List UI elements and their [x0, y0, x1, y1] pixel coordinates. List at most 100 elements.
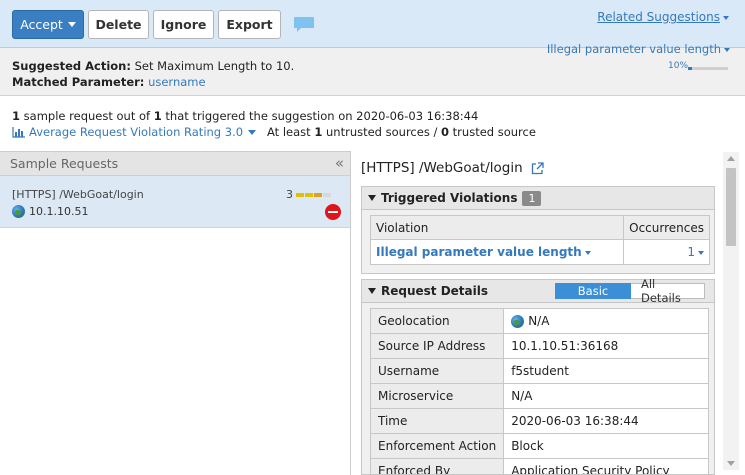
globe-icon — [12, 205, 25, 218]
triggered-violations-body: Violation Occurrences Illegal parameter … — [361, 210, 715, 274]
detail-key: Geolocation — [369, 308, 505, 334]
table-row: Time 2020-06-03 16:38:44 — [369, 408, 709, 434]
tab-all-details[interactable]: All Details — [631, 277, 705, 305]
rating-segment — [323, 192, 331, 197]
detail-key: Microservice — [369, 383, 505, 409]
learning-progress-fill — [688, 67, 692, 70]
summary-line-1: 1 sample request out of 1 that triggered… — [12, 108, 536, 124]
sample-ip: 10.1.10.51 — [12, 205, 88, 218]
scroll-up-icon[interactable] — [727, 156, 735, 161]
triggered-violations-title: Triggered Violations — [381, 191, 518, 205]
delete-button[interactable]: Delete — [88, 10, 149, 39]
occurrences-cell[interactable]: 1 — [623, 239, 710, 265]
rating-segment — [314, 192, 322, 197]
delete-button-label: Delete — [95, 17, 142, 32]
rating-segment — [296, 192, 304, 197]
trusted-count: 0 — [441, 125, 450, 139]
suggested-action: Suggested Action: Set Maximum Length to … — [12, 59, 294, 73]
chevron-down-icon — [67, 22, 76, 27]
scrollbar[interactable] — [723, 152, 739, 470]
ignore-button-label: Ignore — [160, 17, 207, 32]
detail-value: 2020-06-03 16:38:44 — [503, 408, 709, 434]
chevron-down-icon — [698, 250, 704, 255]
chevron-down-icon — [368, 195, 376, 201]
column-header-occurrences: Occurrences — [623, 215, 710, 240]
detail-value: Application Security Policy — [503, 458, 709, 474]
chevron-down-icon — [368, 288, 376, 294]
detail-key: Source IP Address — [369, 333, 505, 359]
detail-value: 10.1.10.51:36168 — [503, 333, 709, 359]
matched-parameter: Matched Parameter: username — [12, 75, 206, 89]
detail-key: Time — [369, 408, 505, 434]
table-row: Username f5student — [369, 358, 709, 384]
avg-rating-dropdown[interactable]: Average Request Violation Rating 3.0 — [12, 125, 260, 139]
violation-rating: 3 — [286, 188, 332, 201]
violations-count-badge: 1 — [522, 190, 542, 206]
rating-segment — [305, 192, 313, 197]
violations-table: Violation Occurrences Illegal parameter … — [369, 215, 710, 265]
export-button[interactable]: Export — [218, 10, 281, 39]
matched-parameter-label: Matched Parameter: — [12, 75, 145, 89]
accept-button-label: Accept — [20, 17, 63, 32]
summary-text: that triggered the suggestion on 2020-06… — [161, 109, 479, 123]
ignore-button[interactable]: Ignore — [153, 10, 214, 39]
comment-icon[interactable] — [293, 16, 315, 33]
tab-basic[interactable]: Basic — [555, 283, 631, 299]
list-item[interactable]: [HTTPS] /WebGoat/login 10.1.10.51 3 — [0, 176, 350, 228]
learning-percent: 10% — [668, 61, 689, 71]
chevron-down-icon — [724, 47, 730, 52]
sample-requests-pane: Sample Requests « [HTTPS] /WebGoat/login… — [0, 151, 351, 475]
sample-requests-header: Sample Requests « — [0, 152, 350, 176]
request-detail-pane: [HTTPS] /WebGoat/login Triggered Violati… — [352, 151, 745, 475]
related-suggestions-dropdown[interactable]: Related Suggestions — [597, 10, 729, 24]
sample-count: 1 — [12, 109, 21, 123]
export-button-label: Export — [226, 17, 273, 32]
rating-value: 3 — [286, 188, 293, 201]
table-row: Microservice N/A — [369, 383, 709, 409]
avg-rating-label: Average Request Violation Rating 3.0 — [29, 125, 244, 139]
violation-dropdown[interactable]: Illegal parameter value length — [547, 42, 730, 56]
summary-line-2: Average Request Violation Rating 3.0 At … — [12, 124, 536, 140]
collapse-pane-icon[interactable]: « — [335, 154, 344, 172]
detail-key: Enforced By — [369, 458, 505, 474]
request-details-header[interactable]: Request Details Basic All Details — [361, 277, 715, 305]
scroll-down-icon[interactable] — [727, 461, 735, 466]
details-view-toggle: Basic All Details — [555, 277, 705, 305]
suggested-action-value: Set Maximum Length to 10. — [134, 59, 295, 73]
table-row: Enforcement Action Block — [369, 433, 709, 459]
rating-bar — [296, 192, 332, 197]
matched-parameter-link[interactable]: username — [148, 75, 206, 89]
detail-value: N/A — [503, 308, 709, 334]
request-details-title: Request Details — [381, 284, 489, 298]
learning-progress-bar — [688, 67, 728, 70]
related-suggestions-label: Related Suggestions — [597, 10, 720, 24]
toolbar: Accept Delete Ignore Export Related Sugg… — [0, 0, 745, 48]
request-details-table: Geolocation N/A Source IP Address 10.1.1… — [369, 308, 709, 474]
violation-cell[interactable]: Illegal parameter value length — [369, 239, 625, 265]
table-row: Enforced By Application Security Policy — [369, 458, 709, 474]
request-title: [HTTPS] /WebGoat/login — [361, 160, 544, 176]
chevron-down-icon — [248, 130, 257, 135]
globe-icon — [511, 314, 525, 328]
scrollbar-thumb[interactable] — [726, 168, 736, 246]
accept-button[interactable]: Accept — [12, 10, 84, 39]
column-header-violation: Violation — [369, 215, 625, 240]
table-row: Geolocation N/A — [369, 308, 709, 334]
suggested-action-label: Suggested Action: — [12, 59, 131, 73]
summary-text: trusted source — [449, 125, 536, 139]
external-link-icon[interactable] — [531, 161, 544, 175]
bar-chart-icon — [12, 127, 25, 138]
chevron-down-icon — [723, 15, 729, 20]
suggestion-summary: 1 sample request out of 1 that triggered… — [12, 108, 536, 140]
summary-text: untrusted sources / — [322, 125, 441, 139]
detail-value: N/A — [503, 383, 709, 409]
table-row: Source IP Address 10.1.10.51:36168 — [369, 333, 709, 359]
request-title-text: [HTTPS] /WebGoat/login — [361, 160, 523, 176]
occurrences-value: 1 — [687, 245, 695, 259]
sample-ip-value: 10.1.10.51 — [29, 205, 89, 218]
sample-url: [HTTPS] /WebGoat/login — [12, 188, 144, 201]
table-header-row: Violation Occurrences — [369, 215, 710, 240]
triggered-violations-header[interactable]: Triggered Violations 1 — [361, 186, 715, 210]
summary-text: At least — [267, 125, 315, 139]
request-details-body: Geolocation N/A Source IP Address 10.1.1… — [361, 303, 715, 475]
